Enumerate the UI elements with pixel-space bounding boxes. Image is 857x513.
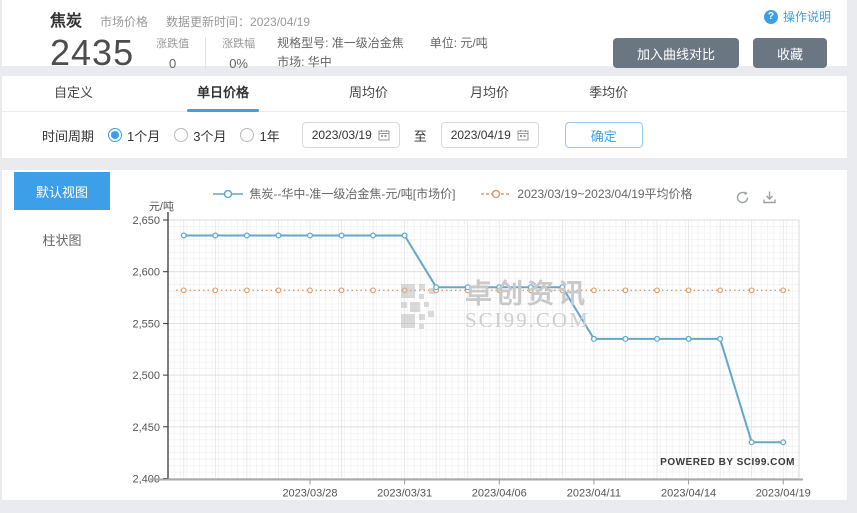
question-circle-icon: ?	[764, 10, 778, 24]
svg-text:2023/04/06: 2023/04/06	[472, 488, 527, 500]
change-pct: 0%	[222, 56, 255, 71]
confirm-button[interactable]: 确定	[565, 122, 643, 148]
current-price: 2435	[50, 33, 134, 73]
chart-panel: 焦炭--华中-准一级冶金焦-元/吨[市场价] 2023/03/19~2023/0…	[129, 170, 847, 500]
svg-text:2,450: 2,450	[132, 422, 160, 434]
change-pct-block: 涨跌幅 0%	[222, 35, 255, 71]
calendar-icon	[517, 129, 529, 141]
divider	[205, 37, 206, 69]
price-type-tabs: 自定义 单日价格 周均价 月均价 季均价	[2, 76, 847, 112]
powered-by-label: POWERED BY SCI99.COM	[660, 457, 795, 468]
unit-label: 单位: 元/吨	[430, 34, 488, 53]
add-curve-compare-button[interactable]: 加入曲线对比	[613, 38, 739, 68]
product-name: 焦炭	[50, 7, 82, 31]
tab-custom[interactable]: 自定义	[50, 76, 97, 112]
date-from-value: 2023/03/19	[312, 128, 372, 142]
page: 焦炭 市场价格 数据更新时间：2023/04/19 ? 操作说明 2435 涨跌…	[2, 0, 847, 500]
legend-line-marker-icon	[213, 189, 243, 199]
main-content: 默认视图 柱状图 焦炭--华中-准一级冶金焦-元/吨[市场价] 2	[2, 170, 847, 500]
radio-1-month[interactable]: 1个月	[108, 126, 160, 145]
svg-text:元/吨: 元/吨	[149, 200, 174, 213]
legend-line-marker-icon	[481, 189, 511, 199]
radio-1-year[interactable]: 1年	[240, 126, 279, 145]
filter-row: 时间周期 1个月 3个月 1年 2023/03/19	[2, 112, 847, 158]
svg-text:2,550: 2,550	[132, 318, 160, 330]
help-label: 操作说明	[783, 8, 831, 25]
svg-text:2023/04/11: 2023/04/11	[567, 488, 621, 500]
sidebar-item-default-view[interactable]: 默认视图	[14, 172, 110, 210]
tab-daily-price[interactable]: 单日价格	[193, 76, 253, 112]
help-link[interactable]: ? 操作说明	[764, 8, 831, 25]
date-to-value: 2023/04/19	[451, 128, 511, 142]
radio-unselected-icon	[240, 128, 254, 142]
market-label: 市场: 华中	[277, 53, 404, 72]
radio-3-months[interactable]: 3个月	[174, 126, 226, 145]
favorite-button[interactable]: 收藏	[753, 38, 827, 68]
spacer	[2, 158, 847, 170]
range-separator: 至	[414, 126, 427, 145]
calendar-icon	[378, 129, 390, 141]
svg-text:2023/03/28: 2023/03/28	[282, 488, 337, 500]
radio-unselected-icon	[174, 128, 188, 142]
radio-selected-icon	[108, 128, 122, 142]
svg-text:2023/04/14: 2023/04/14	[661, 488, 716, 500]
change-value-label: 涨跌值	[156, 35, 189, 51]
radio-1-month-label: 1个月	[127, 126, 160, 145]
change-value-block: 涨跌值 0	[156, 35, 189, 71]
date-from-input[interactable]: 2023/03/19	[302, 122, 400, 148]
view-sidebar: 默认视图 柱状图	[2, 170, 129, 500]
svg-text:2023/04/19: 2023/04/19	[756, 488, 811, 500]
change-pct-label: 涨跌幅	[222, 35, 255, 51]
radio-3-months-label: 3个月	[193, 126, 226, 145]
update-time: 数据更新时间：2023/04/19	[166, 13, 310, 30]
period-label: 时间周期	[42, 126, 94, 145]
spec-block: 规格型号: 准一级冶金焦 单位: 元/吨 市场: 华中	[277, 34, 488, 72]
svg-text:2,600: 2,600	[132, 267, 160, 279]
radio-1-year-label: 1年	[259, 126, 279, 145]
price-chart: 2,4002,4502,5002,5502,6002,6502023/03/28…	[129, 200, 847, 500]
spec-label: 规格型号: 准一级冶金焦	[277, 34, 404, 53]
tabs-filter-card: 自定义 单日价格 周均价 月均价 季均价 时间周期 1个月 3个月 1年 202…	[2, 76, 847, 158]
svg-text:2,650: 2,650	[132, 215, 160, 227]
svg-text:2023/03/31: 2023/03/31	[377, 488, 432, 500]
tab-monthly-average[interactable]: 月均价	[466, 76, 513, 112]
svg-text:2,500: 2,500	[132, 370, 160, 382]
tab-weekly-average[interactable]: 周均价	[345, 76, 392, 112]
tab-quarterly-average[interactable]: 季均价	[585, 76, 632, 112]
price-type-label: 市场价格	[100, 13, 148, 30]
sidebar-item-bar-chart[interactable]: 柱状图	[14, 220, 110, 258]
change-value: 0	[156, 56, 189, 71]
date-to-input[interactable]: 2023/04/19	[441, 122, 539, 148]
header: 焦炭 市场价格 数据更新时间：2023/04/19 ? 操作说明 2435 涨跌…	[2, 0, 847, 66]
